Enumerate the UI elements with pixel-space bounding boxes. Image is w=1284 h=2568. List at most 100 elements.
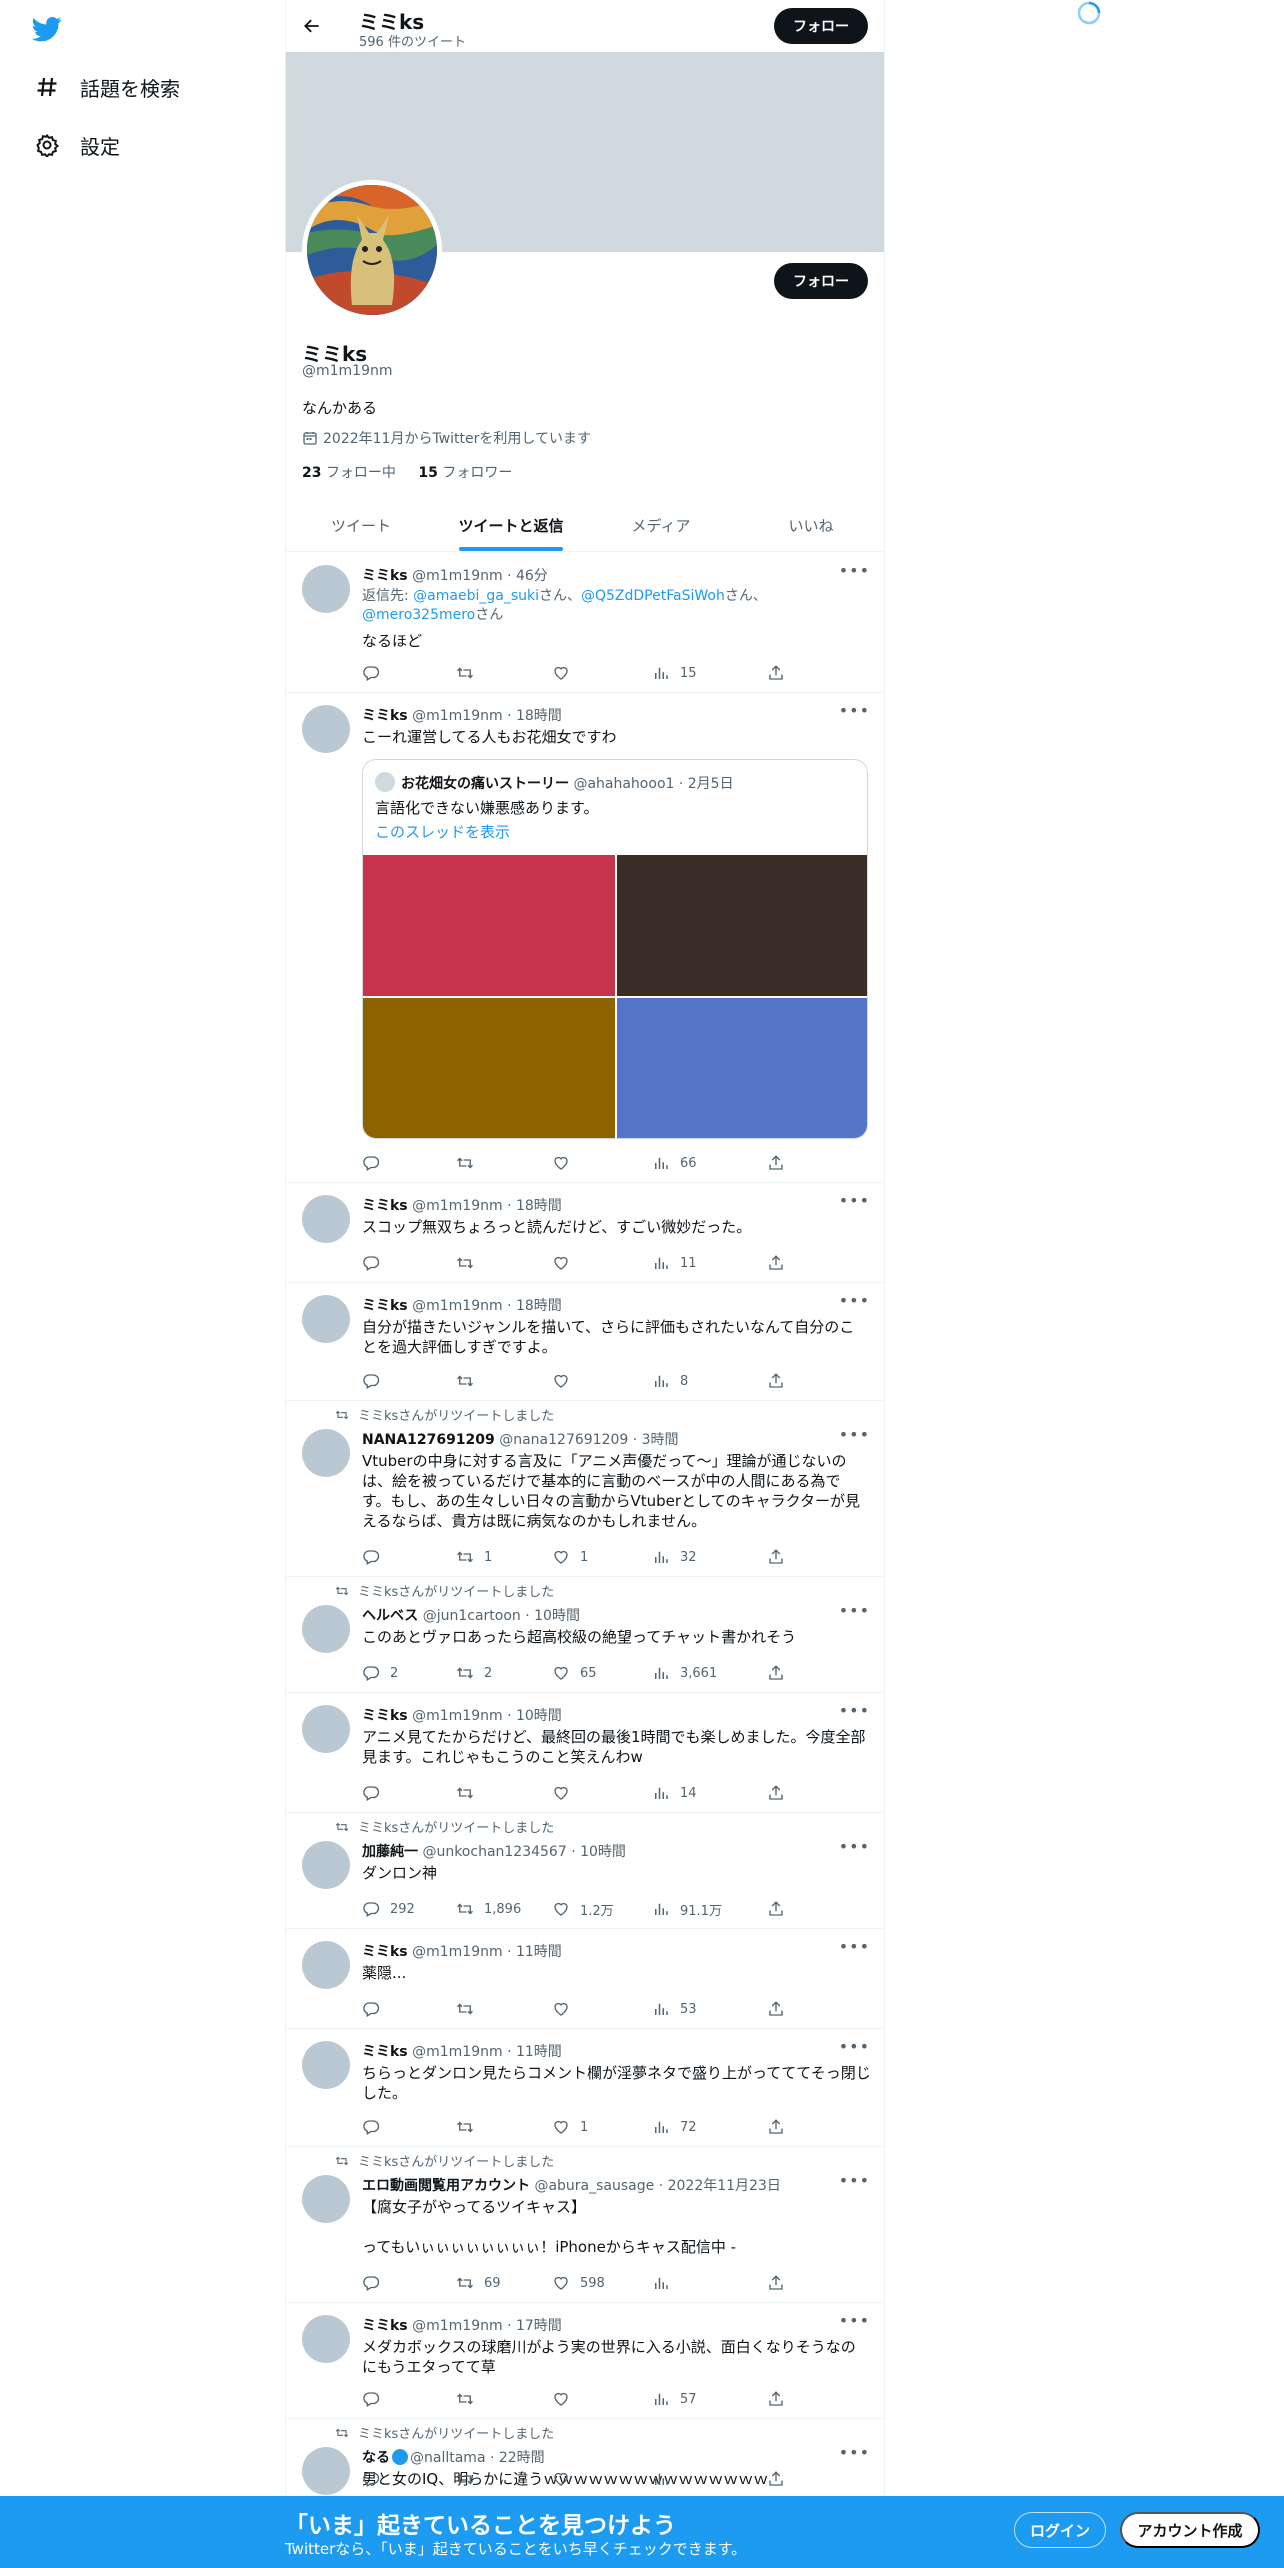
reply-button[interactable] bbox=[362, 1253, 390, 1273]
tweet[interactable]: ミミksさんがリツイートしました NANA127691209 @nana12769… bbox=[286, 1401, 884, 1577]
header-follow-button[interactable]: フォロー bbox=[774, 8, 868, 44]
more-options-icon[interactable]: ••• bbox=[839, 1701, 870, 1720]
like-button[interactable] bbox=[552, 1999, 580, 2019]
reply-button[interactable] bbox=[362, 1783, 390, 1803]
share-button[interactable] bbox=[767, 1153, 795, 1173]
views-button[interactable]: 8 bbox=[652, 1371, 688, 1391]
quoted-tweet[interactable]: お花畑女の痛いストーリー @ahahahooo1 · 2月5日 言語化できない嫌悪… bbox=[362, 759, 868, 1139]
retweet-button[interactable] bbox=[456, 1253, 484, 1273]
tweet[interactable]: ミミks @m1m19nm · 18時間 ••• こーれ運営してる人もお花畑女ですわ… bbox=[286, 693, 884, 1183]
tweet[interactable]: ミミks @m1m19nm · 11時間 ••• ちらっとダンロン見たらコメント欄が… bbox=[286, 2029, 884, 2147]
reply-button[interactable] bbox=[362, 2273, 390, 2293]
tweet-avatar[interactable] bbox=[302, 2175, 350, 2223]
twitter-logo-icon[interactable] bbox=[31, 14, 62, 44]
retweet-button[interactable] bbox=[456, 2389, 484, 2409]
tab-media[interactable]: メディア bbox=[586, 500, 736, 551]
tweet[interactable]: ミミks @m1m19nm · 18時間 ••• 自分が描きたいジャンルを描いて、さ… bbox=[286, 1283, 884, 1401]
tweet[interactable]: ミミks @m1m19nm · 46分 ••• 返信先: @amaebi_ga_su… bbox=[286, 553, 884, 693]
tweet[interactable]: ミミks @m1m19nm · 18時間 ••• スコップ無双ちょろっと読んだけど、… bbox=[286, 1183, 884, 1283]
more-options-icon[interactable]: ••• bbox=[839, 1937, 870, 1956]
tweet-avatar[interactable] bbox=[302, 1705, 350, 1753]
retweet-button[interactable] bbox=[456, 663, 484, 683]
retweet-button[interactable]: 1 bbox=[456, 1547, 492, 1567]
tweet-avatar[interactable] bbox=[302, 1605, 350, 1653]
retweet-button[interactable] bbox=[456, 1999, 484, 2019]
share-button[interactable] bbox=[767, 1899, 795, 1919]
share-button[interactable] bbox=[767, 663, 795, 683]
like-button[interactable] bbox=[552, 1153, 580, 1173]
tweet-avatar[interactable] bbox=[302, 1841, 350, 1889]
share-button[interactable] bbox=[767, 2273, 795, 2293]
tab-tweets[interactable]: ツイート bbox=[286, 500, 436, 551]
views-button[interactable]: 3,661 bbox=[652, 1663, 717, 1683]
views-button[interactable]: 15 bbox=[652, 663, 697, 683]
quoted-media-image[interactable] bbox=[617, 998, 867, 1138]
share-button[interactable] bbox=[767, 2469, 795, 2489]
tweet[interactable]: ミミks @m1m19nm · 10時間 ••• アニメ見てたからだけど、最終回の最… bbox=[286, 1693, 884, 1813]
reply-button[interactable]: 2 bbox=[362, 1663, 398, 1683]
more-options-icon[interactable]: ••• bbox=[839, 1291, 870, 1310]
share-button[interactable] bbox=[767, 1999, 795, 2019]
tweet[interactable]: ミミks @m1m19nm · 11時間 ••• 薬隠... 53 bbox=[286, 1929, 884, 2029]
like-button[interactable] bbox=[552, 1371, 580, 1391]
reply-mention-link[interactable]: @amaebi_ga_suki bbox=[413, 588, 539, 604]
like-button[interactable] bbox=[552, 2389, 580, 2409]
more-options-icon[interactable]: ••• bbox=[839, 1837, 870, 1856]
share-button[interactable] bbox=[767, 1547, 795, 1567]
tweet-avatar[interactable] bbox=[302, 2041, 350, 2089]
tab-tweets-and-replies[interactable]: ツイートと返信 bbox=[436, 500, 586, 551]
more-options-icon[interactable]: ••• bbox=[839, 2443, 870, 2462]
reply-button[interactable] bbox=[362, 2469, 390, 2489]
like-button[interactable]: 65 bbox=[552, 1663, 597, 1683]
like-button[interactable]: 1 bbox=[552, 2117, 588, 2137]
nav-explore[interactable]: 話題を検索 bbox=[34, 67, 180, 107]
tweet-avatar[interactable] bbox=[302, 1195, 350, 1243]
nav-settings[interactable]: 設定 bbox=[34, 125, 120, 165]
tweet-avatar[interactable] bbox=[302, 565, 350, 613]
tweet-avatar[interactable] bbox=[302, 705, 350, 753]
reply-button[interactable] bbox=[362, 1153, 390, 1173]
views-button[interactable] bbox=[652, 2273, 680, 2293]
following-link[interactable]: 23 フォロー中 bbox=[302, 465, 396, 481]
tweet-avatar[interactable] bbox=[302, 2315, 350, 2363]
share-button[interactable] bbox=[767, 1253, 795, 1273]
quoted-media-image[interactable] bbox=[363, 855, 615, 996]
more-options-icon[interactable]: ••• bbox=[839, 561, 870, 580]
more-options-icon[interactable]: ••• bbox=[839, 1191, 870, 1210]
share-button[interactable] bbox=[767, 1783, 795, 1803]
retweet-button[interactable] bbox=[456, 1371, 484, 1391]
more-options-icon[interactable]: ••• bbox=[839, 2037, 870, 2056]
tweet[interactable]: ミミksさんがリツイートしました エロ動画閲覧用アカウント @abura_saus… bbox=[286, 2147, 884, 2303]
tweet-avatar[interactable] bbox=[302, 1941, 350, 1989]
reply-mention-link[interactable]: @Q5ZdDPetFaSiWoh bbox=[581, 588, 725, 604]
like-button[interactable] bbox=[552, 1253, 580, 1273]
show-thread-link[interactable]: このスレッドを表示 bbox=[375, 821, 510, 842]
views-button[interactable]: 32 bbox=[652, 1547, 697, 1567]
tweet[interactable]: ミミksさんがリツイートしました ヘルベス @jun1cartoon · 10時間… bbox=[286, 1577, 884, 1693]
views-button[interactable]: 91.1万 bbox=[652, 1899, 722, 1919]
quoted-media-image[interactable] bbox=[363, 998, 615, 1138]
followers-link[interactable]: 15 フォロワー bbox=[418, 465, 512, 481]
login-button[interactable]: ログイン bbox=[1014, 2512, 1106, 2548]
reply-button[interactable]: 292 bbox=[362, 1899, 415, 1919]
retweet-button[interactable] bbox=[456, 2469, 484, 2489]
profile-follow-button[interactable]: フォロー bbox=[774, 263, 868, 299]
reply-button[interactable] bbox=[362, 2389, 390, 2409]
retweet-button[interactable]: 2 bbox=[456, 1663, 492, 1683]
tweet[interactable]: ミミksさんがリツイートしました 加藤純一 @unkochan1234567 · … bbox=[286, 1813, 884, 1929]
retweet-button[interactable] bbox=[456, 1783, 484, 1803]
reply-button[interactable] bbox=[362, 1999, 390, 2019]
tweet-avatar[interactable] bbox=[302, 2447, 350, 2495]
views-button[interactable] bbox=[652, 2469, 680, 2489]
more-options-icon[interactable]: ••• bbox=[839, 2311, 870, 2330]
share-button[interactable] bbox=[767, 1371, 795, 1391]
like-button[interactable] bbox=[552, 663, 580, 683]
like-button[interactable] bbox=[552, 1783, 580, 1803]
quoted-media-image[interactable] bbox=[617, 855, 867, 996]
views-button[interactable]: 66 bbox=[652, 1153, 697, 1173]
retweet-button[interactable] bbox=[456, 1153, 484, 1173]
views-button[interactable]: 57 bbox=[652, 2389, 697, 2409]
views-button[interactable]: 72 bbox=[652, 2117, 697, 2137]
like-button[interactable]: 1 bbox=[552, 1547, 588, 1567]
share-button[interactable] bbox=[767, 2117, 795, 2137]
